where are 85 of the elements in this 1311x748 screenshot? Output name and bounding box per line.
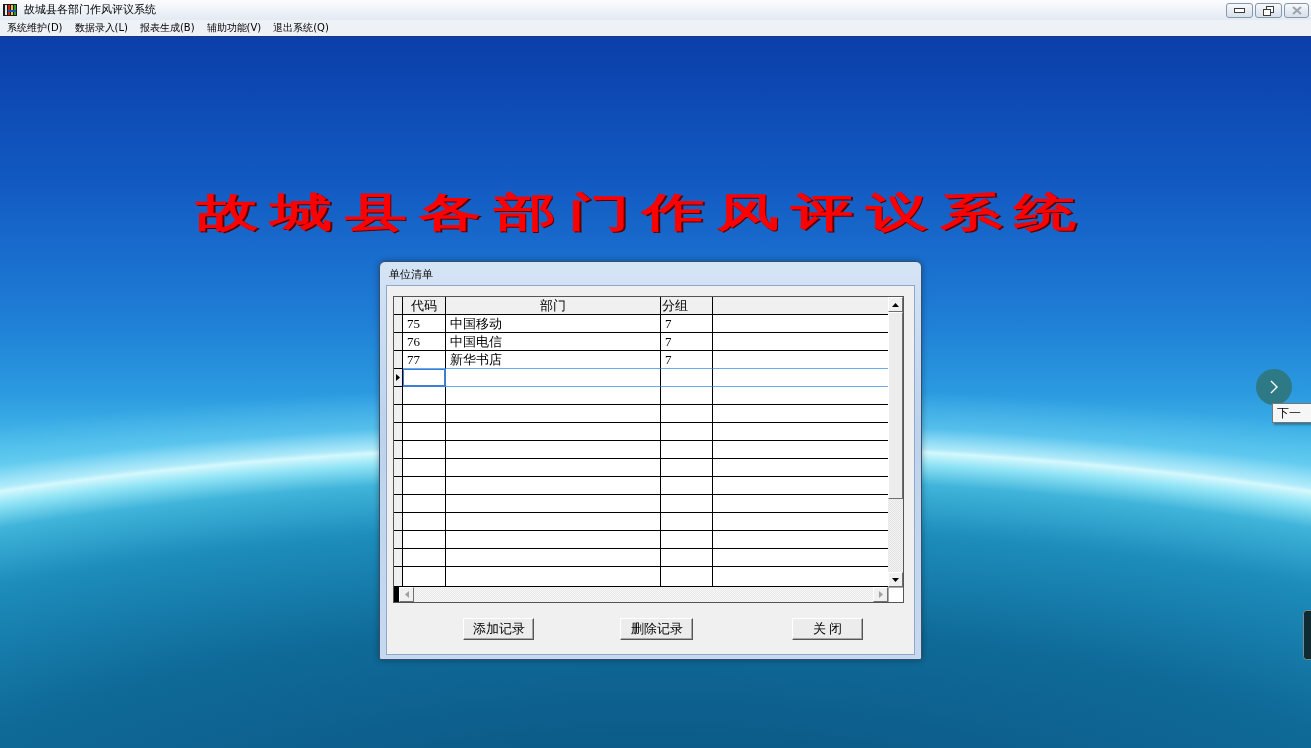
table-cell — [403, 423, 446, 441]
row-selector[interactable] — [394, 477, 403, 495]
scrollbar-thumb[interactable] — [888, 312, 903, 500]
down-triangle-icon — [892, 577, 899, 582]
table-cell — [403, 477, 446, 495]
dialog-title: 单位清单 — [388, 267, 434, 282]
meter-icon — [1303, 610, 1311, 660]
row-selector[interactable] — [394, 333, 403, 351]
close-icon — [1291, 6, 1302, 15]
vertical-scrollbar[interactable] — [888, 297, 903, 587]
table-cell: 中国电信 — [446, 333, 661, 351]
table-cell — [661, 549, 713, 567]
menu-item[interactable]: 报表生成(B) — [133, 21, 201, 35]
menu-item[interactable]: 退出系统(Q) — [267, 21, 335, 35]
column-header[interactable]: 分组 — [661, 297, 713, 315]
chevron-right-icon — [1270, 380, 1278, 394]
app-icon — [3, 3, 17, 17]
table-cell: 7 — [661, 315, 713, 333]
menu-item[interactable]: 辅助功能(V) — [200, 21, 268, 35]
column-header[interactable]: 部门 — [446, 297, 661, 315]
table-cell — [661, 369, 713, 387]
table-cell — [661, 441, 713, 459]
table-cell — [661, 405, 713, 423]
table-cell: 新华书店 — [446, 351, 661, 369]
table-cell: 7 — [661, 351, 713, 369]
table-cell — [403, 495, 446, 513]
minimize-button[interactable] — [1226, 3, 1253, 18]
row-selector[interactable] — [394, 387, 403, 405]
table-cell — [403, 387, 446, 405]
cell-input-field[interactable] — [403, 369, 446, 387]
table-cell: 中国移动 — [446, 315, 661, 333]
row-selector[interactable] — [394, 369, 403, 387]
scroll-right-button[interactable] — [873, 587, 888, 602]
table-cell — [661, 423, 713, 441]
scroll-down-button[interactable] — [888, 572, 903, 587]
row-selector[interactable] — [394, 405, 403, 423]
row-pointer-icon — [396, 374, 400, 381]
row-selector[interactable] — [394, 495, 403, 513]
row-selector[interactable] — [394, 441, 403, 459]
row-selector[interactable] — [394, 531, 403, 549]
table-cell — [403, 513, 446, 531]
close-dialog-button[interactable]: 关 闭 — [792, 618, 863, 640]
table-cell — [403, 549, 446, 567]
add-record-button[interactable]: 添加记录 — [463, 618, 534, 640]
column-header[interactable] — [713, 297, 888, 315]
corner-cell — [394, 297, 403, 315]
table-cell: 7 — [661, 333, 713, 351]
window-title: 故城县各部门作风评议系统 — [24, 3, 156, 17]
table-cell — [403, 441, 446, 459]
restore-icon — [1263, 5, 1274, 16]
row-selector[interactable] — [394, 459, 403, 477]
column-header[interactable]: 代码 — [403, 297, 446, 315]
scrollbar-end-block — [394, 587, 399, 602]
row-selector[interactable] — [394, 513, 403, 531]
scroll-left-button[interactable] — [399, 587, 414, 602]
delete-record-button[interactable]: 删除记录 — [620, 618, 693, 640]
tooltip: 下一 — [1272, 403, 1311, 423]
table-cell: 76 — [403, 333, 446, 351]
table-cell — [661, 513, 713, 531]
table-cell: 77 — [403, 351, 446, 369]
scroll-up-button[interactable] — [888, 297, 903, 312]
row-selector[interactable] — [394, 315, 403, 333]
left-triangle-icon — [404, 591, 409, 598]
table-cell — [661, 387, 713, 405]
table-cell — [403, 531, 446, 549]
minimize-icon — [1234, 8, 1245, 13]
table-cell: 75 — [403, 315, 446, 333]
table-cell — [661, 495, 713, 513]
menu-item[interactable]: 数据录入(L) — [68, 21, 134, 35]
menu-item[interactable]: 系统维护(D) — [1, 21, 69, 35]
row-selector[interactable] — [394, 567, 403, 587]
table-cell — [403, 459, 446, 477]
row-selector[interactable] — [394, 549, 403, 567]
table-cell — [661, 459, 713, 477]
row-selector[interactable] — [394, 423, 403, 441]
table-cell — [661, 531, 713, 549]
right-triangle-icon — [878, 591, 883, 598]
table-cell — [403, 405, 446, 423]
up-triangle-icon — [892, 302, 899, 307]
horizontal-scrollbar[interactable] — [394, 587, 888, 602]
banner-title: 故城县各部门作风评议系统 — [196, 193, 1077, 233]
row-selector[interactable] — [394, 351, 403, 369]
next-button[interactable] — [1256, 369, 1292, 405]
table-cell — [661, 477, 713, 495]
restore-button[interactable] — [1255, 3, 1282, 18]
